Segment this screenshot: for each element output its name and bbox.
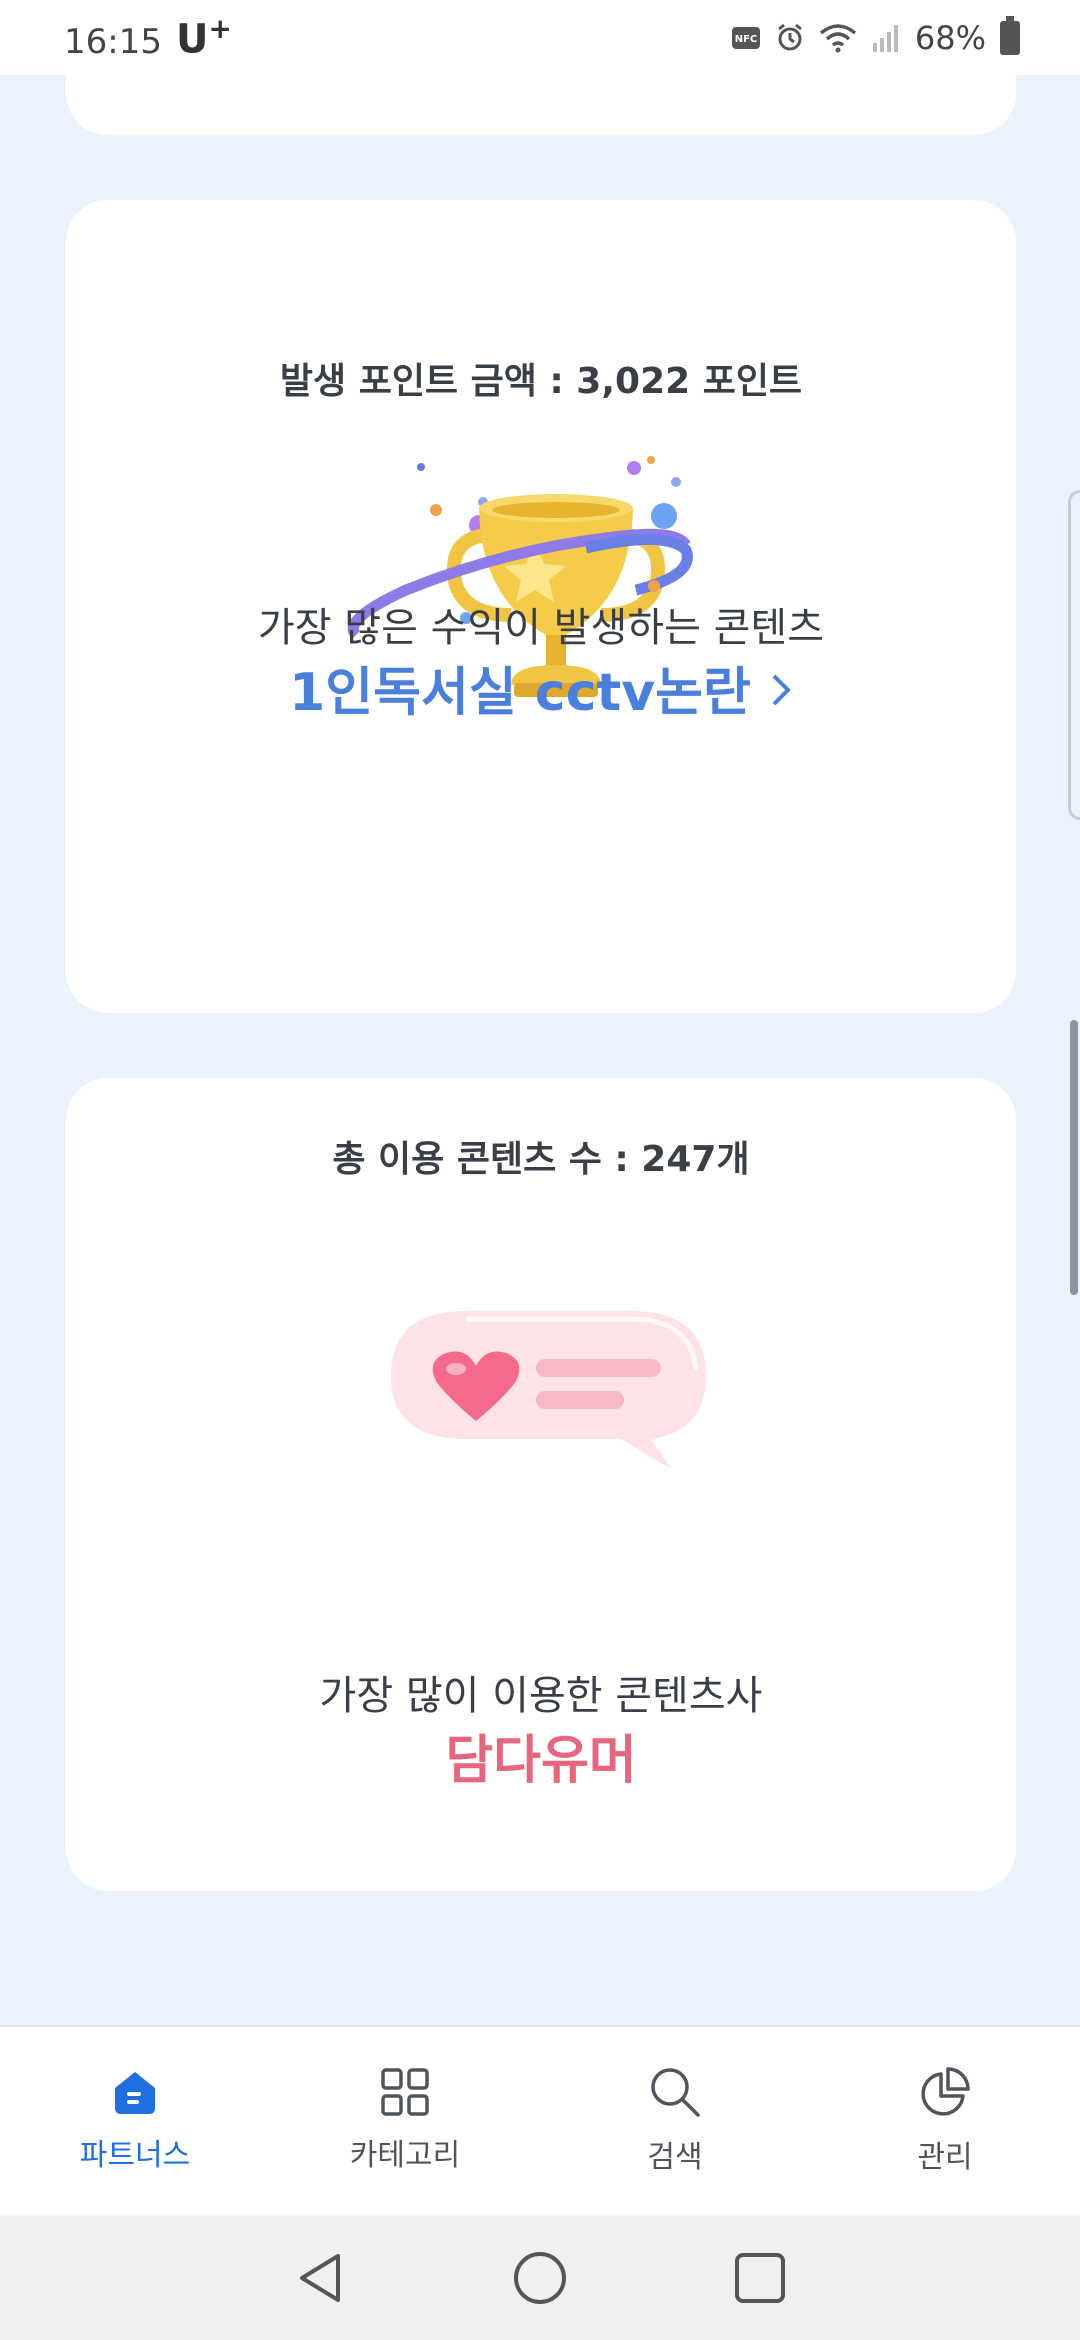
alarm-icon [777, 23, 802, 50]
carrier-name: U [175, 16, 209, 63]
nav-item-partners[interactable]: 파트너스 [0, 2027, 270, 2215]
main-content[interactable]: 발생 포인트 금액 : 3,022 포인트 가장 많은 수익이 발생하는 콘텐츠… [0, 75, 1080, 2025]
back-icon[interactable] [292, 2250, 348, 2306]
usage-subtitle: 가장 많이 이용한 콘텐츠사 [319, 1673, 763, 1719]
search-icon [651, 2068, 700, 2117]
chat-heart-icon [391, 1311, 706, 1469]
carrier-label: U+ [176, 12, 232, 62]
chevron-right-icon [769, 663, 793, 723]
top-provider[interactable]: 담다유머 [66, 1718, 1016, 1793]
top-content-link[interactable]: 1인독서실 cctv논란 [66, 650, 1016, 725]
status-time: 16:15 [64, 21, 162, 62]
top-content-title: 1인독서실 cctv논란 [289, 663, 751, 723]
system-nav-bar [0, 2215, 1080, 2340]
nfc-icon: NFC [731, 26, 760, 49]
home-icon[interactable] [512, 2250, 568, 2306]
battery-percent: 68% [914, 18, 986, 57]
previous-card-bottom [66, 75, 1016, 135]
nav-item-search[interactable]: 검색 [540, 2027, 810, 2215]
carrier-sup: + [208, 12, 232, 46]
nav-item-category[interactable]: 카테고리 [270, 2027, 540, 2215]
svg-text:NFC: NFC [735, 34, 758, 45]
nav-item-manage[interactable]: 관리 [810, 2027, 1080, 2215]
status-left: 16:15 U+ [64, 12, 232, 62]
status-bar: 16:15 U+ NFC 68% [0, 0, 1080, 75]
nav-label-manage: 관리 [917, 2140, 973, 2175]
partners-home-icon [115, 2072, 155, 2114]
category-grid-icon [381, 2068, 429, 2116]
usage-heading: 총 이용 콘텐츠 수 : 247개 [332, 1139, 750, 1180]
nav-label-partners: 파트너스 [79, 2138, 191, 2173]
status-right: NFC 68% [731, 15, 1020, 57]
usage-card: 총 이용 콘텐츠 수 : 247개 가장 많이 이용한 콘텐츠사 담다유머 [66, 1078, 1016, 1891]
points-card: 발생 포인트 금액 : 3,022 포인트 가장 많은 수익이 발생하는 콘텐츠… [66, 200, 1016, 1013]
nav-label-category: 카테고리 [349, 2138, 461, 2173]
edge-panel-handle[interactable] [1068, 490, 1080, 820]
pie-chart-icon [921, 2067, 970, 2116]
scrollbar-thumb[interactable] [1070, 1020, 1078, 1295]
points-subtitle: 가장 많은 수익이 발생하는 콘텐츠 [257, 605, 825, 651]
signal-icon [872, 24, 898, 52]
wifi-icon [819, 23, 856, 52]
bottom-nav: 파트너스 카테고리 검색 관리 [0, 2025, 1080, 2215]
battery-icon [1000, 15, 1020, 55]
recents-icon[interactable] [732, 2250, 788, 2306]
nav-label-search: 검색 [647, 2140, 703, 2175]
